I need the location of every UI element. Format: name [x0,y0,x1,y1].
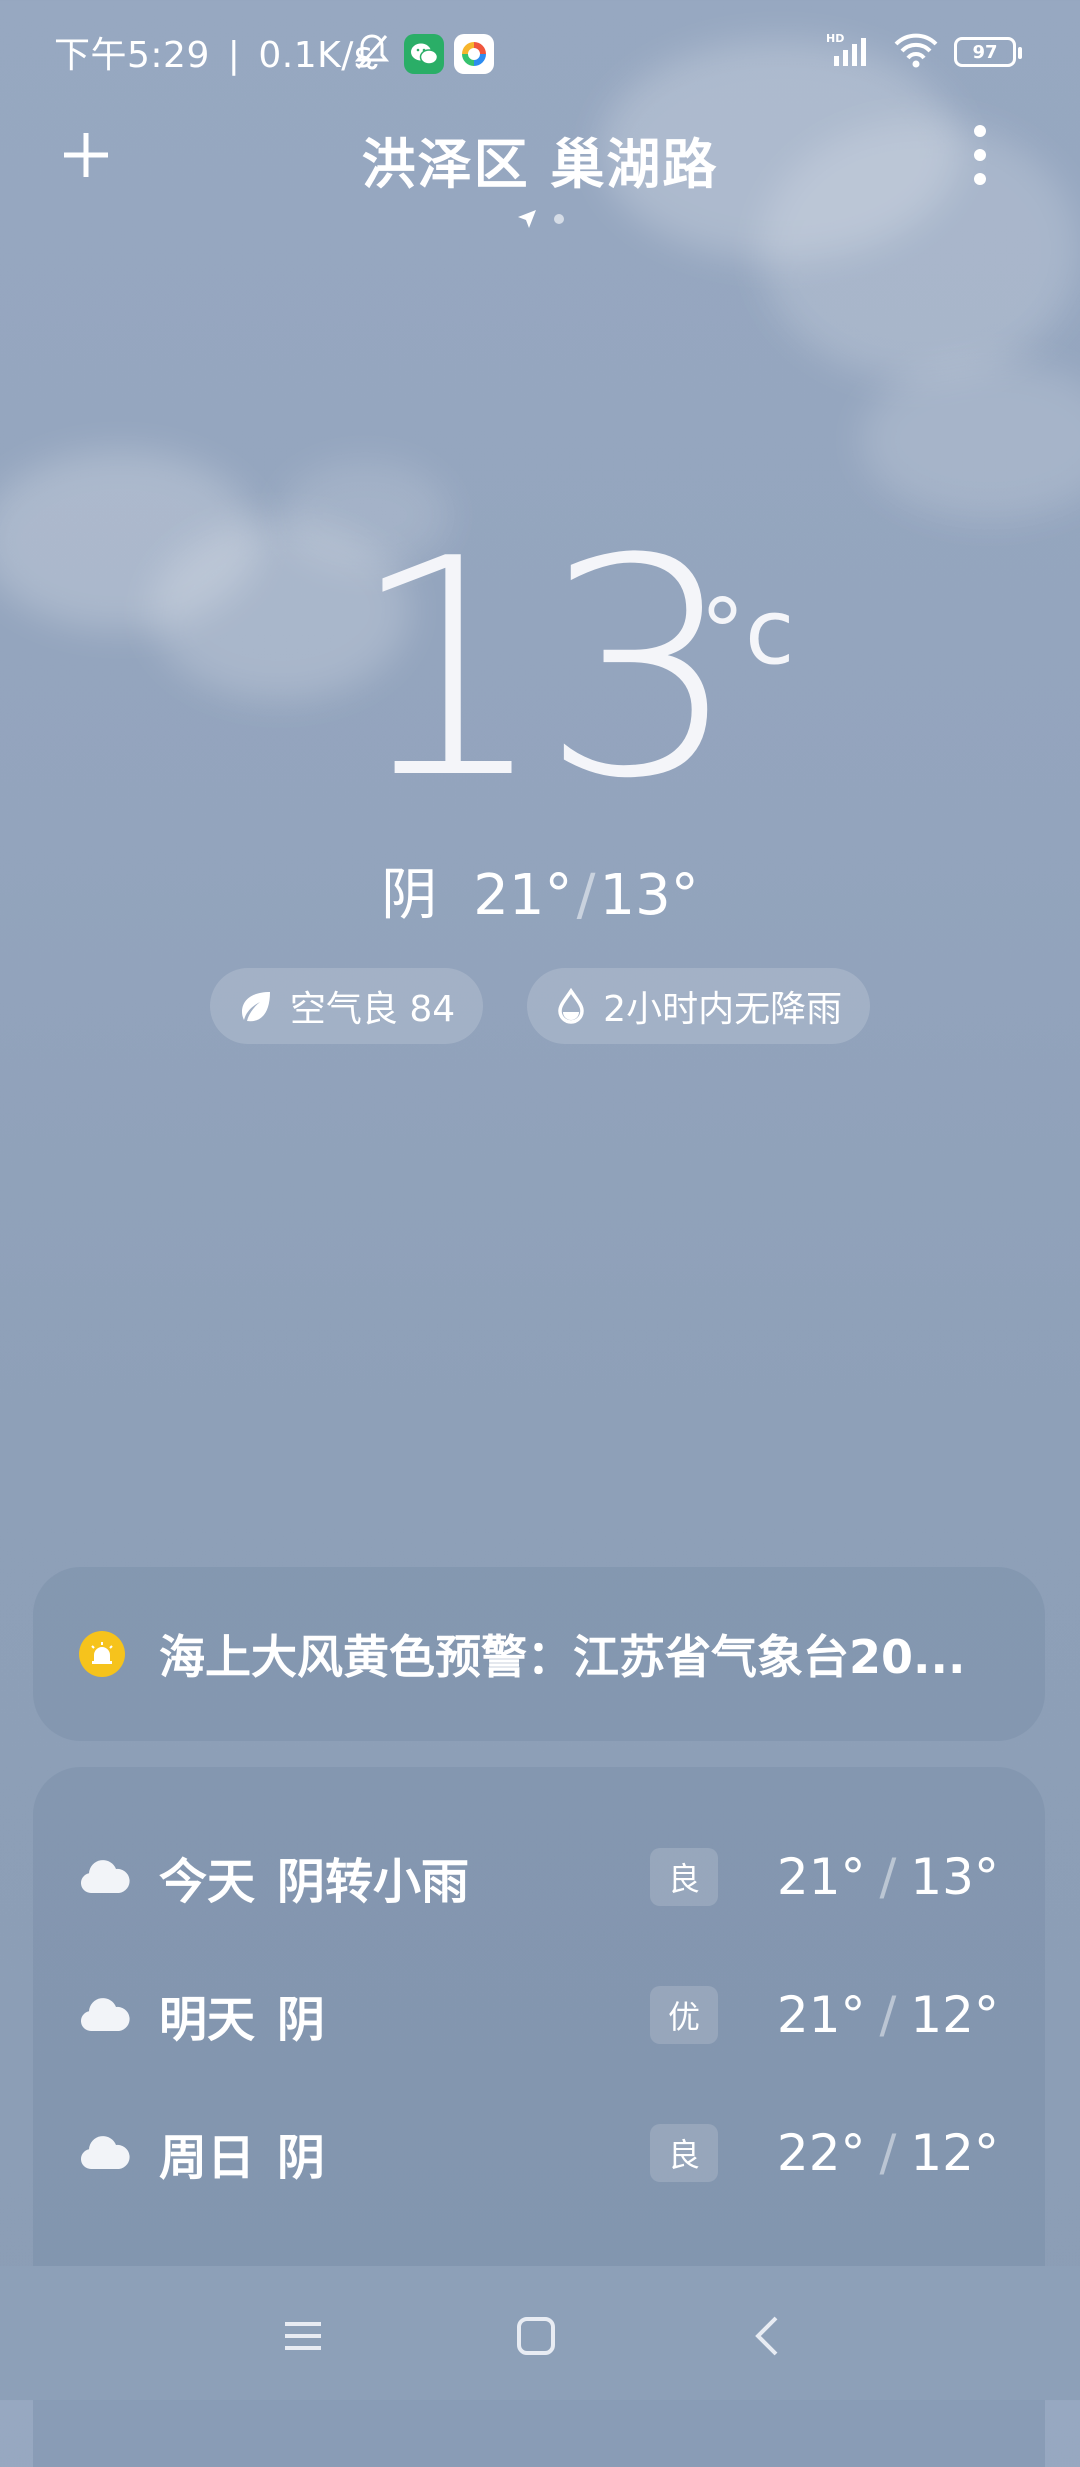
forecast-day: 明天 [159,1992,256,2048]
cloud-icon [80,1998,130,2031]
leaf-icon [241,992,270,1022]
status-time: 下午5:29 [54,35,210,76]
forecast-condition: 阴 [277,1992,326,2048]
more-vertical-icon [974,149,986,161]
condition-text: 阴 [381,863,438,928]
forecast-temps: 21°/13° [777,1848,999,1906]
more-vertical-icon [974,125,986,137]
temperature-value: 13 [347,495,740,844]
location-arrow-icon [518,210,536,228]
forecast-row[interactable]: 明天 阴 优 21°/12° [33,1965,1045,2065]
page-indicator [0,208,1080,230]
svg-text:HD: HD [826,32,844,45]
forecast-temps: 22°/12° [777,2124,999,2182]
high-temp: 21° [473,863,573,928]
forecast-condition: 阴 [277,2130,326,2186]
status-separator: | [227,35,241,76]
rain-text: 2小时内无降雨 [603,989,843,1030]
temperature-unit: °c [700,580,795,685]
current-temperature: 13 °c [0,520,1080,820]
forecast-day: 周日 [159,2130,256,2186]
app-icon [454,34,494,74]
forecast-low: 12° [910,1986,999,2044]
forecast-high: 22° [776,2124,866,2182]
forecast-slash: / [879,1986,897,2044]
temp-slash: / [576,863,596,928]
forecast-slash: / [879,1848,897,1906]
page-dot [554,214,564,224]
forecast-high: 21° [776,1986,866,2044]
system-status-icons: HD 97 [826,30,1022,74]
forecast-aqi-badge: 良 [650,2124,718,2182]
back-button[interactable] [728,2296,808,2376]
forecast-temps: 21°/12° [777,1986,999,2044]
wechat-icon [404,34,444,74]
condition-summary: 阴 21°/13° [0,850,1080,931]
status-time-speed: 下午5:29 | 0.1K/s [54,26,373,78]
navigation-bar [0,2266,1080,2400]
forecast-slash: / [879,2124,897,2182]
rain-forecast-pill[interactable]: 2小时内无降雨 [527,968,871,1044]
forecast-condition: 阴转小雨 [277,1854,470,1910]
water-drop-icon [558,988,584,1024]
forecast-low: 13° [910,1848,999,1906]
status-bar: 下午5:29 | 0.1K/s HD 97 [0,0,1080,100]
hd-signal-icon: HD [826,30,878,74]
mute-bell-icon [350,30,394,78]
battery-icon: 97 [954,37,1022,67]
back-icon [755,2316,778,2356]
menu-icon [285,2322,321,2350]
air-quality-pill[interactable]: 空气良 84 [209,968,484,1044]
alert-icon [79,1631,125,1677]
location-title[interactable]: 洪泽区 巢湖路 [0,120,1080,199]
weather-alert-card[interactable]: 海上大风黄色预警：江苏省气象台20... [33,1567,1045,1741]
forecast-row[interactable]: 周日 阴 良 22°/12° [33,2103,1045,2203]
forecast-aqi-badge: 良 [650,1848,718,1906]
wifi-icon [892,30,940,74]
forecast-row[interactable]: 今天 阴转小雨 良 21°/13° [33,1827,1045,1927]
more-vertical-icon [974,173,986,185]
forecast-aqi-badge: 优 [650,1986,718,2044]
cloud-icon [80,1860,130,1893]
low-temp: 13° [599,863,699,928]
more-menu-button[interactable] [960,125,1000,185]
home-button[interactable] [496,2296,576,2376]
forecast-low: 12° [910,2124,999,2182]
forecast-high: 21° [776,1848,866,1906]
notification-icons [350,30,494,78]
recent-apps-button[interactable] [263,2296,343,2376]
forecast-day: 今天 [159,1854,256,1910]
home-icon [517,2317,555,2355]
battery-level: 97 [972,41,998,63]
air-quality-text: 空气良 84 [289,989,456,1030]
info-pills: 空气良 84 2小时内无降雨 [0,968,1080,1044]
alert-text: 海上大风黄色预警：江苏省气象台20... [159,1630,966,1684]
cloud-icon [80,2136,130,2169]
background-cloud [860,360,1080,520]
